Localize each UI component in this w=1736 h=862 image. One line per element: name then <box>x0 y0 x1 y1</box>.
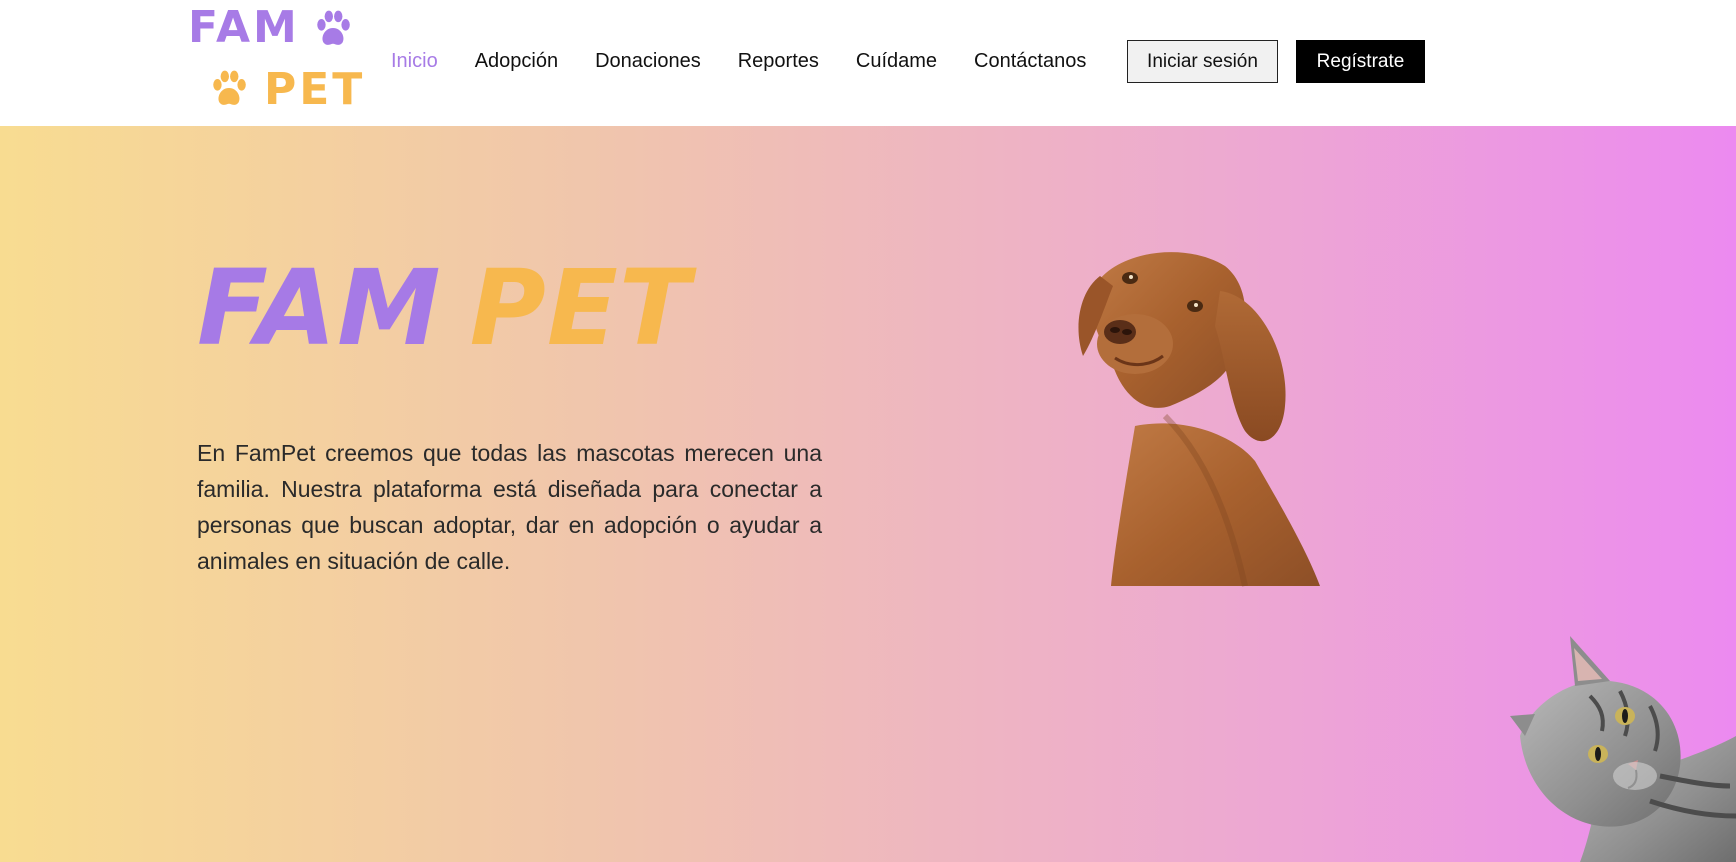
logo-word-pet: PET <box>264 64 366 115</box>
logo-word-fam: FAM <box>188 2 300 53</box>
hero-section: FAM PET En FamPet creemos que todas las m… <box>0 126 1736 862</box>
nav-link-contactanos[interactable]: Contáctanos <box>974 46 1086 76</box>
fampet-logo[interactable]: FAM PET <box>188 2 378 114</box>
hero-description: En FamPet creemos que todas las mascotas… <box>197 440 822 574</box>
cat-photo <box>1510 636 1736 862</box>
paw-icon <box>317 10 350 45</box>
nav-link-reportes[interactable]: Reportes <box>738 46 819 76</box>
hero-title-pet: PET <box>469 247 691 369</box>
nav-link-donaciones[interactable]: Donaciones <box>595 46 701 76</box>
hero-title-fam: FAM <box>197 247 442 369</box>
register-button[interactable]: Regístrate <box>1296 40 1425 83</box>
site-header: FAM PET Inicio Adopción Donaciones Repor… <box>0 0 1736 126</box>
main-nav: Inicio Adopción Donaciones Reportes Cuíd… <box>391 46 1123 76</box>
login-button[interactable]: Iniciar sesión <box>1127 40 1278 83</box>
hero-title: FAM PET <box>197 256 691 366</box>
nav-link-adopcion[interactable]: Adopción <box>475 46 558 76</box>
nav-link-inicio[interactable]: Inicio <box>391 46 438 76</box>
paw-icon <box>213 70 246 105</box>
dog-photo <box>1078 252 1320 587</box>
nav-link-cuidame[interactable]: Cuídame <box>856 46 937 76</box>
